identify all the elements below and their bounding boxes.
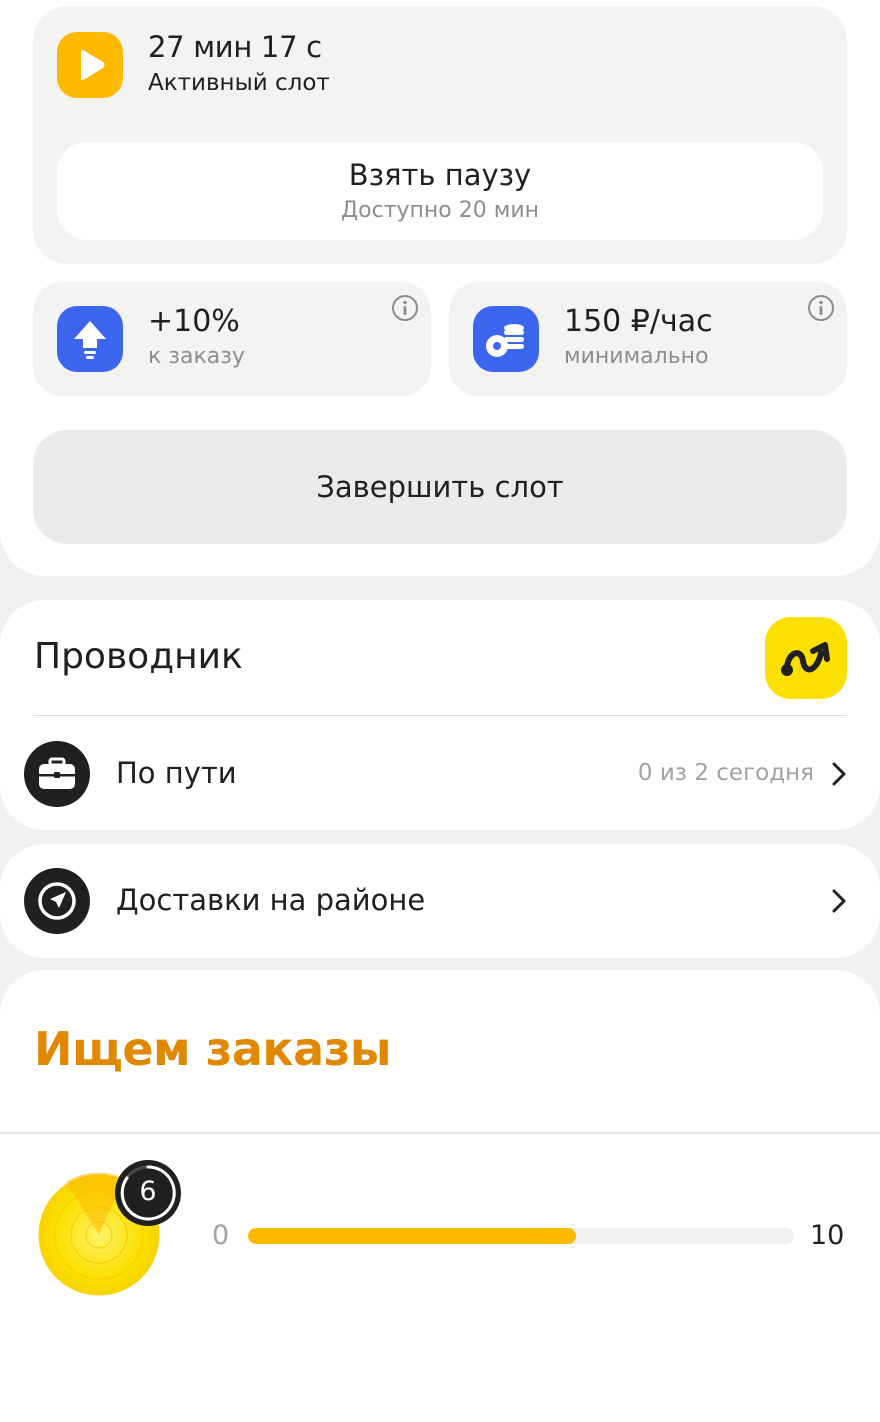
search-status-title: Ищем заказы [34, 1022, 392, 1076]
bonus-card[interactable]: +10% к заказу [33, 282, 431, 396]
guide-title: Проводник [34, 636, 243, 677]
pause-button-label: Взять паузу [348, 158, 532, 192]
min-rate-subtitle: минимально [564, 344, 709, 369]
info-icon[interactable] [807, 294, 835, 322]
arrow-up-icon [57, 306, 123, 372]
chevron-right-icon [832, 762, 846, 786]
divider [0, 1132, 880, 1134]
orders-count: 6 [139, 1176, 157, 1207]
orders-count-badge: 6 [115, 1160, 181, 1226]
on-the-way-label: По пути [116, 756, 237, 790]
on-the-way-count: 0 из 2 сегодня [637, 760, 814, 786]
chevron-right-icon [832, 889, 846, 913]
slot-timer: 27 мин 17 с [148, 30, 322, 64]
bonus-value: +10% [148, 304, 240, 339]
bonus-subtitle: к заказу [148, 344, 245, 369]
progress-min-label: 0 [212, 1220, 230, 1251]
divider [33, 715, 847, 716]
active-slot-card: 27 мин 17 с Активный слот Взять паузу До… [33, 6, 847, 264]
take-pause-button[interactable]: Взять паузу Доступно 20 мин [57, 142, 823, 240]
navigation-icon [24, 868, 90, 934]
order-search-card: Ищем заказы 6 0 10 [0, 970, 880, 1422]
briefcase-icon [24, 741, 90, 807]
coins-icon [473, 306, 539, 372]
pause-available-text: Доступно 20 мин [340, 198, 540, 223]
progress-max-label: 10 [810, 1220, 845, 1251]
search-progress-fill [248, 1228, 576, 1244]
min-rate-value: 150 ₽/час [564, 304, 713, 339]
min-rate-card[interactable]: 150 ₽/час минимально [449, 282, 847, 396]
finish-slot-button[interactable]: Завершить слот [33, 430, 847, 544]
info-icon[interactable] [391, 294, 419, 322]
district-deliveries-label: Доставки на районе [116, 883, 426, 917]
route-icon[interactable] [765, 617, 847, 699]
district-deliveries-row[interactable]: Доставки на районе [0, 844, 880, 958]
guide-card: Проводник По пути 0 из 2 сегодня [0, 600, 880, 830]
slot-status-label: Активный слот [148, 70, 330, 96]
play-icon [57, 32, 123, 98]
search-progress-bar [248, 1228, 794, 1244]
